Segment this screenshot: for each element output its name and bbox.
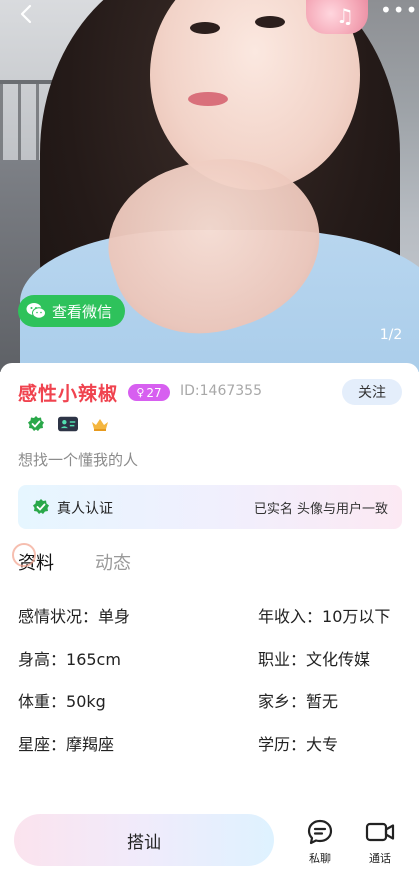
call-button[interactable]: 通话 [358, 818, 402, 870]
detail-label: 星座： [18, 735, 67, 754]
private-message-label: 私聊 [309, 852, 331, 865]
video-camera-icon [365, 822, 395, 842]
verification-title: 真人认证 [57, 501, 113, 517]
detail-relationship: 感情状况：单身 [18, 603, 130, 627]
detail-education: 学历：大专 [258, 731, 338, 755]
detail-label: 体重： [18, 692, 67, 711]
detail-value: 暂无 [306, 692, 339, 711]
id-card-icon[interactable] [58, 415, 78, 433]
detail-height: 身高：165cm [18, 646, 121, 670]
female-icon: ♀ [136, 386, 145, 399]
detail-hometown: 家乡：暂无 [258, 688, 338, 712]
verified-check-icon [33, 499, 49, 514]
detail-label: 职业： [258, 650, 307, 669]
chat-bubble-icon [307, 819, 333, 845]
detail-value: 大专 [306, 735, 339, 754]
age-value: 27 [146, 385, 162, 400]
more-dots-icon: ••• [380, 0, 419, 22]
profile-page: ♫ ••• 查看微信 1/2 感性小辣椒 ♀ 27 ID:1467355 关注 [0, 0, 419, 886]
bio-text: 想找一个懂我的人 [18, 451, 139, 469]
detail-value: 10万以下 [322, 607, 391, 626]
profile-card: 感性小辣椒 ♀ 27 ID:1467355 关注 想找一个懂我的人 真人认证 已… [0, 363, 419, 886]
profile-name: 感性小辣椒 [18, 383, 119, 405]
verification-description: 已实名 头像与用户一致 [253, 502, 388, 517]
real-person-verification[interactable]: 真人认证 已实名 头像与用户一致 [18, 485, 402, 529]
detail-occupation: 职业：文化传媒 [258, 646, 370, 670]
view-wechat-label: 查看微信 [52, 302, 113, 321]
detail-value: 文化传媒 [306, 650, 371, 669]
detail-weight: 体重：50kg [18, 688, 106, 712]
tab-profile-info[interactable]: 资料 [12, 543, 54, 575]
profile-tabs: 资料 动态 [0, 543, 419, 577]
detail-income: 年收入：10万以下 [258, 603, 390, 627]
detail-label: 学历： [258, 735, 307, 754]
strike-up-chat-button[interactable]: 搭讪 [14, 814, 274, 866]
detail-value: 摩羯座 [66, 735, 115, 754]
private-message-button[interactable]: 私聊 [298, 818, 342, 870]
user-id: ID:1467355 [180, 383, 262, 399]
detail-label: 家乡： [258, 692, 307, 711]
view-wechat-button[interactable]: 查看微信 [18, 295, 125, 327]
more-button[interactable]: ••• [380, 0, 417, 24]
back-button[interactable] [14, 4, 38, 28]
photo-eye-right [255, 16, 285, 28]
detail-zodiac: 星座：摩羯座 [18, 731, 114, 755]
verified-shield-icon[interactable] [26, 415, 46, 433]
call-label: 通话 [369, 852, 391, 865]
music-button[interactable]: ♫ [306, 0, 368, 34]
music-note-icon: ♫ [336, 4, 354, 28]
photo-lips [188, 92, 228, 106]
badge-row [26, 415, 110, 433]
detail-value: 165cm [66, 650, 121, 669]
detail-value: 50kg [66, 692, 106, 711]
detail-value: 单身 [98, 607, 131, 626]
detail-label: 感情状况： [18, 607, 99, 626]
detail-label: 年收入： [258, 607, 323, 626]
wechat-icon [26, 303, 46, 319]
crown-icon[interactable] [90, 415, 110, 433]
photo-page-indicator: 1/2 [379, 327, 403, 343]
profile-photo[interactable]: ♫ ••• 查看微信 1/2 [0, 0, 419, 372]
detail-label: 身高： [18, 650, 67, 669]
age-badge: ♀ 27 [128, 384, 170, 401]
follow-button[interactable]: 关注 [342, 379, 402, 405]
tab-posts[interactable]: 动态 [95, 549, 131, 575]
photo-eye-left [190, 22, 220, 34]
chevron-left-icon [20, 4, 32, 24]
